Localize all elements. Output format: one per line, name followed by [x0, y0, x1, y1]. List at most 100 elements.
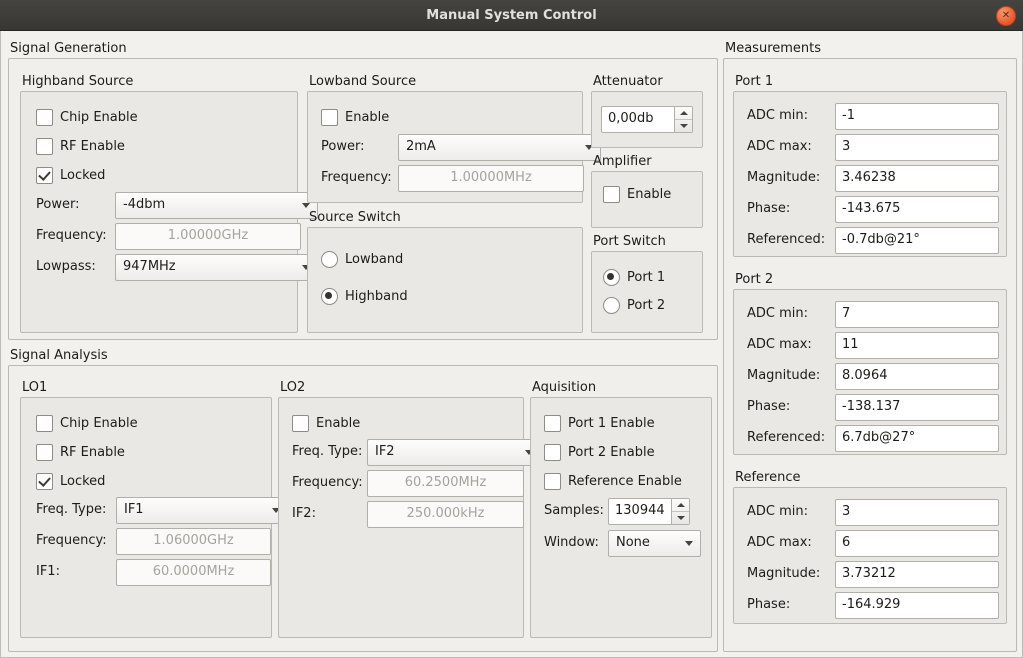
reference-enable-checkbox[interactable]: Reference Enable [544, 472, 682, 490]
triangle-up-icon [680, 111, 688, 115]
freq-type-label: Freq. Type: [36, 497, 106, 522]
samples-spinbox[interactable]: 130944 [608, 498, 690, 525]
radio-label: Lowband [345, 252, 403, 267]
attenuator-title: Attenuator [593, 74, 663, 89]
port1-magnitude-field[interactable]: 3.46238 [835, 165, 999, 192]
port2-phase-field[interactable]: -138.137 [835, 394, 999, 421]
port1-phase-field[interactable]: -143.675 [835, 196, 999, 223]
lo1-chip-enable-checkbox[interactable]: Chip Enable [36, 414, 138, 432]
power-label: Power: [321, 134, 364, 159]
spin-up-button[interactable] [672, 499, 689, 511]
meas-port2-title: Port 2 [735, 272, 773, 287]
combo-value: -4dbm [123, 197, 165, 212]
lo1-freq-type-select[interactable]: IF1 [116, 497, 288, 524]
reference-adc-max-field[interactable]: 6 [835, 530, 999, 557]
spin-down-button[interactable] [672, 511, 689, 524]
checkbox-box [292, 415, 309, 432]
port2-referenced-field[interactable]: 6.7db@27° [835, 425, 999, 452]
adc-min-label: ADC min: [747, 499, 808, 524]
checkbox-label: Port 2 Enable [568, 445, 655, 460]
spin-down-button[interactable] [675, 119, 692, 132]
chip-enable-checkbox[interactable]: Chip Enable [36, 108, 138, 126]
lowpass-select[interactable]: 947MHz [115, 254, 318, 281]
lowband-frequency-field: 1.00000MHz [398, 165, 584, 192]
adc-max-label: ADC max: [747, 134, 812, 159]
rf-enable-checkbox[interactable]: RF Enable [36, 137, 125, 155]
checkbox-box [36, 444, 53, 461]
attenuator-spinbox[interactable]: 0,00db [601, 106, 693, 133]
port1-adc-min-field[interactable]: -1 [835, 103, 999, 130]
spin-buttons [671, 499, 689, 524]
port1-adc-max-field[interactable]: 3 [835, 134, 999, 161]
combo-value: None [616, 535, 650, 550]
checkbox-box [321, 109, 338, 126]
frequency-label: Frequency: [36, 528, 107, 553]
window-select[interactable]: None [608, 530, 701, 557]
reference-magnitude-field[interactable]: 3.73212 [835, 561, 999, 588]
phase-label: Phase: [747, 394, 790, 419]
lowband-enable-checkbox[interactable]: Enable [321, 108, 389, 126]
if1-label: IF1: [36, 559, 60, 584]
checkbox-box [544, 415, 561, 432]
checkbox-box [544, 444, 561, 461]
checkbox-box [36, 109, 53, 126]
lo2-enable-checkbox[interactable]: Enable [292, 414, 360, 432]
radio-circle [603, 297, 620, 314]
checkbox-label: Port 1 Enable [568, 416, 655, 431]
close-button[interactable]: ✕ [996, 6, 1016, 26]
checkbox-box [36, 415, 53, 432]
magnitude-label: Magnitude: [747, 561, 820, 586]
radio-circle [603, 269, 620, 286]
port2-adc-max-field[interactable]: 11 [835, 332, 999, 359]
chevron-down-icon [685, 541, 693, 546]
adc-min-label: ADC min: [747, 103, 808, 128]
reference-adc-min-field[interactable]: 3 [835, 499, 999, 526]
lowband-radio[interactable]: Lowband [321, 250, 403, 268]
adc-max-label: ADC max: [747, 530, 812, 555]
lo1-frequency-field: 1.06000GHz [116, 528, 271, 555]
port1-enable-checkbox[interactable]: Port 1 Enable [544, 414, 655, 432]
triangle-up-icon [677, 503, 685, 507]
adc-max-label: ADC max: [747, 332, 812, 357]
port2-adc-min-field[interactable]: 7 [835, 301, 999, 328]
window-title: Manual System Control [426, 8, 596, 23]
locked-checkbox[interactable]: Locked [36, 166, 105, 184]
combo-value: IF2 [375, 444, 395, 459]
close-icon: ✕ [1002, 11, 1010, 21]
lo1-if1-field: 60.0000MHz [116, 559, 271, 586]
referenced-label: Referenced: [747, 425, 825, 450]
highband-power-select[interactable]: -4dbm [115, 192, 318, 219]
port2-enable-checkbox[interactable]: Port 2 Enable [544, 443, 655, 461]
port1-radio[interactable]: Port 1 [603, 268, 665, 286]
lowband-power-select[interactable]: 2mA [398, 134, 601, 161]
spin-up-button[interactable] [675, 107, 692, 119]
radio-label: Highband [345, 289, 408, 304]
port1-referenced-field[interactable]: -0.7db@21° [835, 227, 999, 254]
combo-value: IF1 [124, 502, 144, 517]
reference-phase-field[interactable]: -164.929 [835, 592, 999, 619]
frequency-label: Frequency: [292, 470, 363, 495]
lowpass-label: Lowpass: [36, 254, 96, 279]
port2-radio[interactable]: Port 2 [603, 296, 665, 314]
titlebar[interactable]: Manual System Control ✕ [0, 0, 1023, 31]
freq-type-label: Freq. Type: [292, 439, 362, 464]
port2-magnitude-field[interactable]: 8.0964 [835, 363, 999, 390]
phase-label: Phase: [747, 592, 790, 617]
frequency-label: Frequency: [36, 223, 107, 248]
highband-radio[interactable]: Highband [321, 287, 408, 305]
referenced-label: Referenced: [747, 227, 825, 252]
lo1-rf-enable-checkbox[interactable]: RF Enable [36, 443, 125, 461]
power-label: Power: [36, 192, 79, 217]
amplifier-enable-checkbox[interactable]: Enable [603, 185, 671, 203]
lo2-freq-type-select[interactable]: IF2 [367, 439, 541, 466]
lo1-locked-checkbox[interactable]: Locked [36, 472, 105, 490]
radio-circle [321, 288, 338, 305]
combo-value: 2mA [406, 139, 436, 154]
adc-min-label: ADC min: [747, 301, 808, 326]
checkbox-box [36, 138, 53, 155]
checkbox-box [603, 186, 620, 203]
magnitude-label: Magnitude: [747, 363, 820, 388]
if2-label: IF2: [292, 501, 316, 526]
checkbox-label: Locked [60, 474, 105, 489]
checkbox-label: Enable [316, 416, 360, 431]
